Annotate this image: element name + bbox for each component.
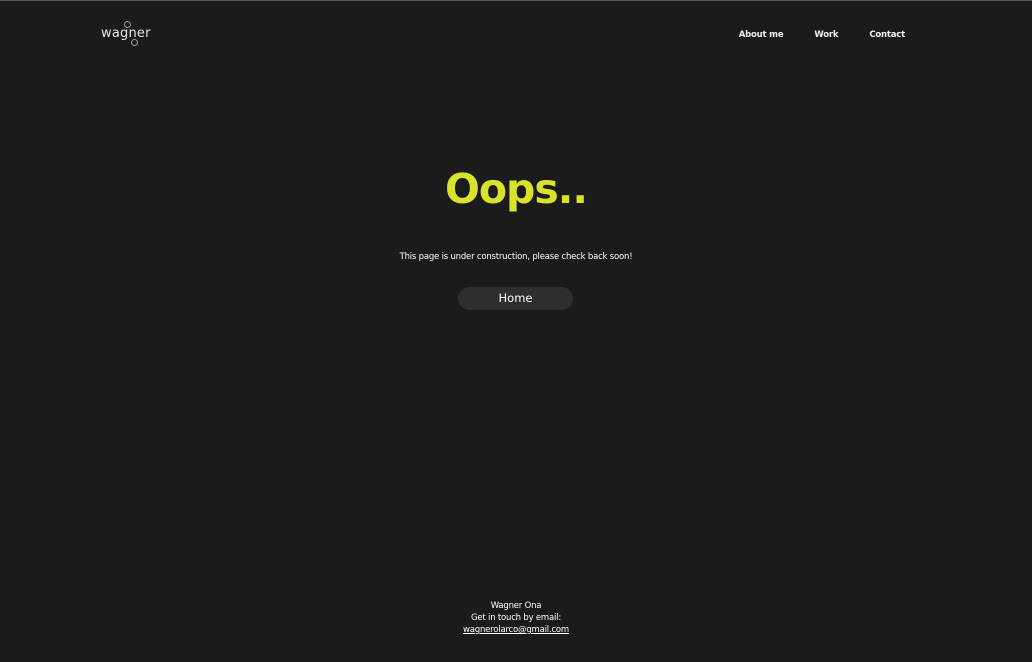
footer-email-link[interactable]: wagnerolarco@gmail.com <box>463 625 569 635</box>
footer-name: Wagner Ona <box>490 601 542 611</box>
logo-text: wagner <box>101 26 151 41</box>
nav-item-work[interactable]: Work <box>814 29 838 41</box>
logo[interactable]: wagner <box>101 21 151 47</box>
nav-item-contact[interactable]: Contact <box>869 29 905 41</box>
footer-cta: Get in touch by email: <box>470 613 562 623</box>
main-nav: About me Work Contact <box>739 29 905 41</box>
construction-message: This page is under construction, please … <box>399 252 633 262</box>
footer: Wagner Ona Get in touch by email: wagner… <box>0 600 1032 636</box>
nav-item-about-me[interactable]: About me <box>739 29 784 41</box>
logo-ring-bottom-icon <box>131 39 138 46</box>
home-button[interactable]: Home <box>458 287 573 310</box>
page-headline: Oops.. <box>445 165 588 213</box>
